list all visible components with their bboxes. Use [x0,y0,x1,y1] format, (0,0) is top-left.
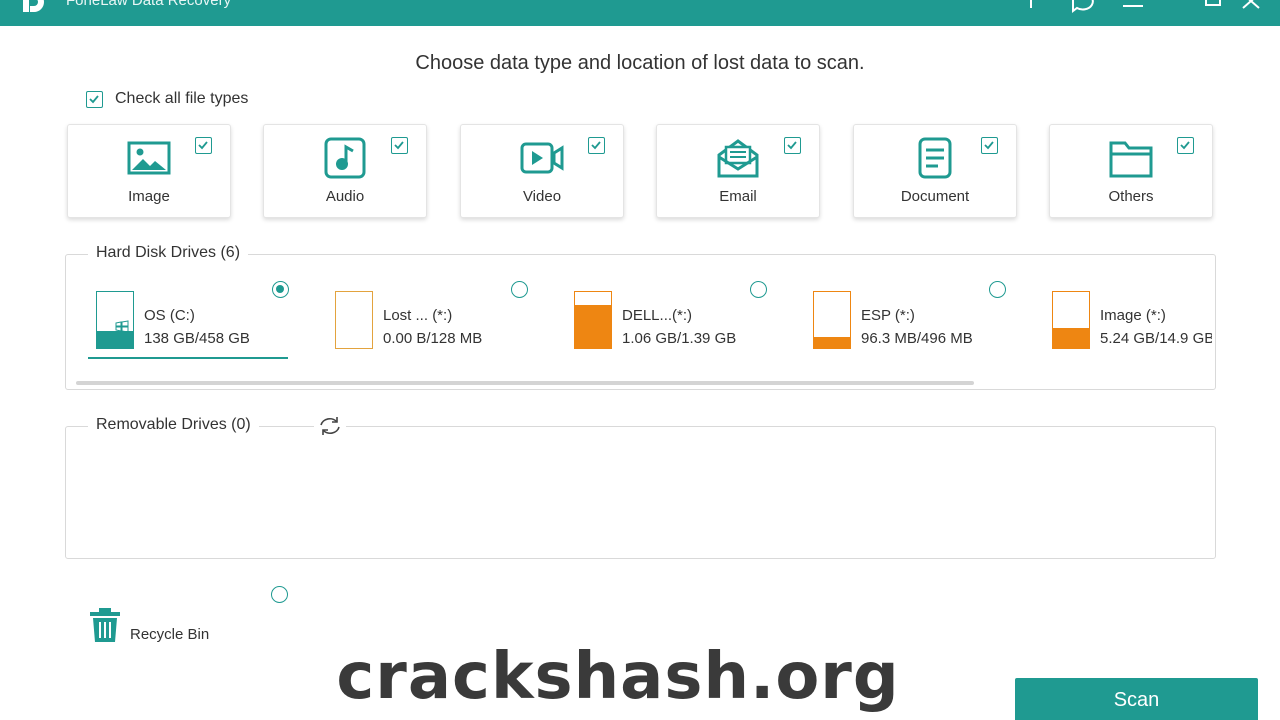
check-all-checkbox[interactable] [86,90,103,108]
drive-name: Image (*:) [1100,307,1166,324]
email-checkbox[interactable] [784,137,801,154]
drive-name: Lost ... (*:) [383,307,453,324]
video-icon [520,142,564,174]
drive-radio-dell[interactable] [750,281,767,298]
checkmark-icon [984,141,994,150]
title-bar: FoneLaw Data Recovery [0,0,1280,26]
drive-item[interactable]: Image (*:) 5.24 GB/14.9 GB [1044,289,1212,361]
check-all-label: Check all file types [115,90,249,107]
checkmark-icon [89,94,99,103]
document-icon [918,137,952,179]
windows-logo-icon [115,320,129,333]
drives-horizontal-scrollbar[interactable] [76,381,974,385]
file-type-label: Others [1108,188,1154,205]
trash-bin-icon [90,608,120,642]
checkmark-icon [1180,141,1190,150]
chat-icon[interactable] [1069,0,1097,18]
drive-radio-esp[interactable] [989,281,1006,298]
drive-size: 0.00 B/128 MB [383,330,483,347]
drive-size: 138 GB/458 GB [144,330,250,347]
app-logo-icon [23,0,44,12]
checkmark-icon [394,141,404,150]
checkmark-icon [198,141,208,150]
drive-radio-lost[interactable] [511,281,528,298]
drive-item[interactable]: ESP (*:) 96.3 MB/496 MB [805,289,1025,361]
file-type-email[interactable]: Email [656,124,820,218]
document-checkbox[interactable] [981,137,998,154]
app-title: FoneLaw Data Recovery [66,0,232,9]
file-type-document[interactable]: Document [853,124,1017,218]
drive-size: 96.3 MB/496 MB [861,330,973,347]
drive-name: ESP (*:) [861,307,915,324]
file-type-label: Email [719,188,757,205]
image-checkbox[interactable] [195,137,212,154]
others-checkbox[interactable] [1177,137,1194,154]
close-icon[interactable] [1237,0,1265,18]
removable-drives-section: Removable Drives (0) [65,415,1216,559]
drive-size: 1.06 GB/1.39 GB [622,330,737,347]
video-checkbox[interactable] [588,137,605,154]
drive-usage-fill [575,305,611,348]
drive-radio-os[interactable] [272,281,289,298]
drive-usage-fill [1053,328,1089,348]
file-type-others[interactable]: Others [1049,124,1213,218]
drive-size: 5.24 GB/14.9 GB [1100,330,1212,347]
hard-disk-drives-section: Hard Disk Drives (6) OS (C:) 138 GB/458 … [65,244,1216,390]
checkmark-icon [787,141,797,150]
image-icon [127,141,171,175]
minimize-icon[interactable] [1199,0,1227,18]
selected-drive-underline [88,357,288,359]
drive-icon [813,291,851,349]
email-icon [717,139,759,178]
file-type-video[interactable]: Video [460,124,624,218]
pin-icon[interactable] [1018,0,1046,18]
recycle-bin-radio[interactable] [271,586,288,603]
refresh-icon[interactable] [314,415,346,437]
drive-item[interactable]: DELL...(*:) 1.06 GB/1.39 GB [566,289,786,361]
checkmark-icon [591,141,601,150]
drive-icon [1052,291,1090,349]
scan-button[interactable]: Scan [1015,678,1258,720]
file-type-label: Image [128,188,170,205]
hard-disk-drives-title: Hard Disk Drives (6) [88,244,249,262]
file-type-audio[interactable]: Audio [263,124,427,218]
menu-icon[interactable] [1119,0,1147,18]
audio-icon [324,137,366,179]
drive-icon [335,291,373,349]
drive-name: DELL...(*:) [622,307,693,324]
file-type-label: Document [900,188,970,205]
drive-name: OS (C:) [144,307,195,324]
folder-icon [1109,141,1153,178]
file-type-label: Audio [325,188,365,205]
drive-item[interactable]: OS (C:) 138 GB/458 GB [88,289,308,361]
file-type-label: Video [522,188,562,205]
audio-checkbox[interactable] [391,137,408,154]
removable-drives-title: Removable Drives (0) [88,416,259,434]
file-type-image[interactable]: Image [67,124,231,218]
check-all-file-types[interactable]: Check all file types [86,89,248,109]
drive-usage-fill [814,337,850,348]
drive-icon [574,291,612,349]
page-heading: Choose data type and location of lost da… [415,52,865,74]
drive-item[interactable]: Lost ... (*:) 0.00 B/128 MB [327,289,547,361]
drive-icon [96,291,134,349]
